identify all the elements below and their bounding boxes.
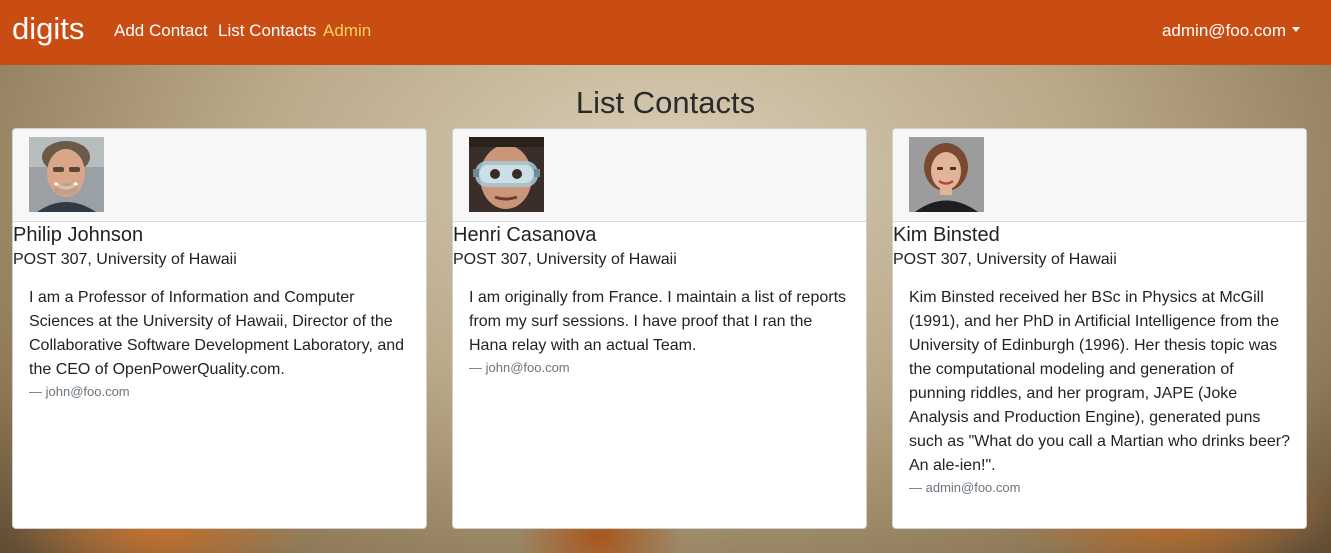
page-title: List Contacts [575,85,756,120]
contact-card: Philip Johnson POST 307, University of H… [12,128,427,529]
brand-logo[interactable]: digits [12,10,84,48]
contact-name: Kim Binsted [893,224,1000,246]
contact-card: Henri Casanova POST 307, University of H… [452,128,867,529]
nav-admin[interactable]: Admin [323,20,371,42]
contact-card: Kim Binsted POST 307, University of Hawa… [892,128,1307,529]
contact-description: I am a Professor of Information and Comp… [29,286,414,402]
contact-avatar [29,137,104,212]
user-email: admin@foo.com [1161,21,1286,40]
description-text: I am a Professor of Information and Comp… [29,289,405,378]
top-navbar: digits Add Contact List Contacts Admin a… [0,0,1331,65]
description-text: Kim Binsted received her BSc in Physics … [909,289,1290,474]
caret-down-icon [1292,27,1300,33]
user-dropdown[interactable]: admin@foo.com [1162,20,1300,42]
nav-add-contact[interactable]: Add Contact [114,20,208,42]
contact-description: Kim Binsted received her BSc in Physics … [909,286,1294,498]
contact-avatar [469,137,544,212]
contact-avatar [909,137,984,212]
contact-owner: — john@foo.com [29,384,130,399]
contact-description: I am originally from France. I maintain … [469,286,854,378]
contact-name: Henri Casanova [453,224,597,246]
contact-name: Philip Johnson [13,224,144,246]
contact-owner: — admin@foo.com [909,480,1021,495]
contact-address: POST 307, University of Hawaii [13,251,237,268]
contact-address: POST 307, University of Hawaii [453,251,677,268]
card-header [453,129,866,222]
description-text: I am originally from France. I maintain … [469,289,847,354]
card-header [893,129,1306,222]
card-header [13,129,426,222]
contact-owner: — john@foo.com [469,360,570,375]
nav-list-contacts[interactable]: List Contacts [218,20,316,42]
contact-address: POST 307, University of Hawaii [893,251,1117,268]
